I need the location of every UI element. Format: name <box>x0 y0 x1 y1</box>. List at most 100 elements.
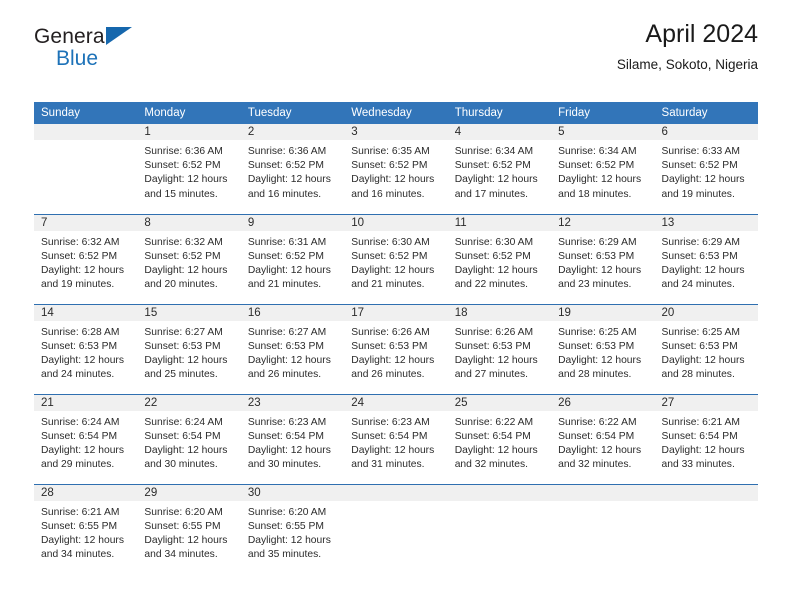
calendar-day-cell[interactable]: 3 Sunrise: 6:35 AM Sunset: 6:52 PM Daylight… <box>344 124 448 214</box>
calendar-day-cell[interactable]: 9 Sunrise: 6:31 AM Sunset: 6:52 PM Daylight… <box>240 213 345 304</box>
weekday-header-thursday: Thursday <box>447 102 552 124</box>
calendar-day-cell[interactable]: 15 Sunrise: 6:27 AM Sunset: 6:53 PM Dayligh… <box>137 303 241 394</box>
day-detail-line: Sunset: 6:55 PM <box>41 520 118 532</box>
weekday-headers: Sunday Monday Tuesday Wednesday Thursday Frid… <box>34 102 758 124</box>
day-number <box>551 484 655 501</box>
calendar-day-cell[interactable]: 13 Sunrise: 6:29 AM Sunset: 6:53 PM Dayligh… <box>654 213 758 304</box>
day-detail-line: Daylight: 12 hours <box>558 264 642 276</box>
day-number: 29 <box>137 484 241 501</box>
day-detail-line: and 34 minutes. <box>41 549 115 561</box>
calendar-day-cell[interactable]: 11 Sunrise: 6:30 AM Sunset: 6:52 PM Dayligh… <box>447 213 552 304</box>
day-number: 19 <box>551 304 655 321</box>
day-detail-line: Sunset: 6:52 PM <box>144 250 221 262</box>
calendar-day-cell[interactable]: 7 Sunrise: 6:32 AM Sunset: 6:52 PM Daylight… <box>34 213 138 304</box>
calendar-day-cell[interactable]: 5 Sunrise: 6:34 AM Sunset: 6:52 PM Daylight… <box>551 124 655 214</box>
day-details: Sunrise: 6:25 AM Sunset: 6:53 PM Daylight:… <box>655 321 758 383</box>
calendar-day-cell[interactable]: 4 Sunrise: 6:34 AM Sunset: 6:52 PM Daylight… <box>447 124 552 214</box>
calendar-day-cell[interactable]: 23 Sunrise: 6:23 AM Sunset: 6:54 PM Dayligh… <box>240 393 345 484</box>
day-detail-line: Sunset: 6:53 PM <box>661 250 738 262</box>
day-detail-line: Sunrise: 6:22 AM <box>558 416 637 428</box>
day-detail-line: Sunrise: 6:26 AM <box>454 326 534 338</box>
day-detail-line: Sunset: 6:52 PM <box>454 160 531 172</box>
day-details: Sunrise: 6:28 AM Sunset: 6:53 PM Daylight:… <box>34 321 137 383</box>
calendar-day-cell[interactable]: 22 Sunrise: 6:24 AM Sunset: 6:54 PM Dayligh… <box>137 393 241 484</box>
calendar-day-cell[interactable]: 24 Sunrise: 6:23 AM Sunset: 6:54 PM Dayligh… <box>344 393 448 484</box>
day-number: 4 <box>447 124 552 140</box>
day-detail-line: Sunset: 6:52 PM <box>558 160 635 172</box>
calendar-week-row: 7 Sunrise: 6:32 AM Sunset: 6:52 PM Daylight… <box>34 213 758 304</box>
day-detail-line: Sunset: 6:52 PM <box>144 160 221 172</box>
day-details: Sunrise: 6:27 AM Sunset: 6:53 PM Daylight:… <box>137 321 240 383</box>
calendar-day-cell[interactable]: 2 Sunrise: 6:36 AM Sunset: 6:52 PM Daylight… <box>240 124 345 214</box>
day-detail-line: Daylight: 12 hours <box>144 174 228 186</box>
general-blue-logo: General Blue <box>34 26 154 72</box>
day-details: Sunrise: 6:26 AM Sunset: 6:53 PM Daylight:… <box>344 321 447 383</box>
day-number: 5 <box>551 124 655 140</box>
day-details: Sunrise: 6:26 AM Sunset: 6:53 PM Daylight:… <box>448 321 551 383</box>
calendar-day-cell[interactable]: 27 Sunrise: 6:21 AM Sunset: 6:54 PM Dayligh… <box>654 393 758 484</box>
day-detail-line: and 34 minutes. <box>144 549 218 561</box>
day-detail-line: Sunrise: 6:31 AM <box>247 236 327 248</box>
day-number: 10 <box>344 214 448 231</box>
day-detail-line: Daylight: 12 hours <box>351 264 435 276</box>
day-detail-line: Sunset: 6:52 PM <box>351 160 428 172</box>
calendar-day-cell[interactable]: 10 Sunrise: 6:30 AM Sunset: 6:52 PM Dayligh… <box>344 213 448 304</box>
day-detail-line: Daylight: 12 hours <box>41 534 124 546</box>
calendar-day-cell[interactable]: 12 Sunrise: 6:29 AM Sunset: 6:53 PM Dayligh… <box>551 213 655 304</box>
day-detail-line: and 31 minutes. <box>351 459 425 471</box>
calendar-day-cell[interactable]: 20 Sunrise: 6:25 AM Sunset: 6:53 PM Dayligh… <box>654 303 758 394</box>
day-detail-line: and 28 minutes. <box>558 369 632 381</box>
day-detail-line: Daylight: 12 hours <box>247 264 331 276</box>
day-detail-line: and 24 minutes. <box>41 369 115 381</box>
calendar-day-cell[interactable]: 16 Sunrise: 6:27 AM Sunset: 6:53 PM Dayligh… <box>240 303 345 394</box>
day-detail-line: Daylight: 12 hours <box>351 444 435 456</box>
day-detail-line: Sunrise: 6:25 AM <box>661 326 740 338</box>
day-detail-line: Daylight: 12 hours <box>144 354 228 366</box>
day-detail-line: and 21 minutes. <box>351 279 425 291</box>
day-number: 2 <box>240 124 345 140</box>
day-number: 27 <box>654 394 758 411</box>
day-detail-line: Sunset: 6:54 PM <box>661 430 738 442</box>
calendar-day-cell[interactable]: 29 Sunrise: 6:20 AM Sunset: 6:55 PM Dayligh… <box>137 483 241 574</box>
calendar-day-cell[interactable]: 28 Sunrise: 6:21 AM Sunset: 6:55 PM Dayligh… <box>34 483 138 574</box>
day-number <box>34 124 138 140</box>
day-detail-line: Daylight: 12 hours <box>144 534 228 546</box>
day-detail-line: Sunrise: 6:21 AM <box>41 506 120 518</box>
day-detail-line: Sunrise: 6:29 AM <box>661 236 740 248</box>
calendar-day-cell[interactable]: 25 Sunrise: 6:22 AM Sunset: 6:54 PM Dayligh… <box>447 393 552 484</box>
day-detail-line: and 29 minutes. <box>41 459 115 471</box>
day-details: Sunrise: 6:36 AM Sunset: 6:52 PM Daylight:… <box>241 140 344 202</box>
calendar-day-cell[interactable]: 14 Sunrise: 6:28 AM Sunset: 6:53 PM Dayligh… <box>34 303 138 394</box>
calendar-empty-cell <box>344 483 448 574</box>
calendar-day-cell[interactable]: 17 Sunrise: 6:26 AM Sunset: 6:53 PM Dayligh… <box>344 303 448 394</box>
day-detail-line: Sunset: 6:54 PM <box>41 430 118 442</box>
calendar-week-row: 1 Sunrise: 6:36 AM Sunset: 6:52 PM Daylight… <box>34 124 758 214</box>
day-detail-line: Sunrise: 6:23 AM <box>247 416 327 428</box>
day-detail-line: Daylight: 12 hours <box>41 354 124 366</box>
calendar-day-cell[interactable]: 8 Sunrise: 6:32 AM Sunset: 6:52 PM Daylight… <box>137 213 241 304</box>
day-detail-line: and 30 minutes. <box>144 459 218 471</box>
day-detail-line: Sunrise: 6:27 AM <box>144 326 223 338</box>
day-detail-line: Sunset: 6:53 PM <box>41 340 118 352</box>
calendar-empty-cell <box>551 483 655 574</box>
logo-text-general: General <box>34 25 110 48</box>
calendar-day-cell[interactable]: 19 Sunrise: 6:25 AM Sunset: 6:53 PM Dayligh… <box>551 303 655 394</box>
calendar-day-cell[interactable]: 30 Sunrise: 6:20 AM Sunset: 6:55 PM Dayligh… <box>240 483 345 574</box>
day-number: 8 <box>137 214 241 231</box>
calendar-day-cell[interactable]: 18 Sunrise: 6:26 AM Sunset: 6:53 PM Dayligh… <box>447 303 552 394</box>
day-detail-line: Sunrise: 6:24 AM <box>41 416 120 428</box>
calendar-empty-cell <box>447 483 552 574</box>
day-details: Sunrise: 6:21 AM Sunset: 6:55 PM Daylight:… <box>34 501 137 563</box>
day-detail-line: Daylight: 12 hours <box>558 444 642 456</box>
calendar-day-cell[interactable]: 1 Sunrise: 6:36 AM Sunset: 6:52 PM Daylight… <box>137 124 241 214</box>
day-number <box>447 484 552 501</box>
calendar-day-cell[interactable]: 6 Sunrise: 6:33 AM Sunset: 6:52 PM Daylight… <box>654 124 758 214</box>
calendar-day-cell[interactable]: 21 Sunrise: 6:24 AM Sunset: 6:54 PM Dayligh… <box>34 393 138 484</box>
day-detail-line: Sunrise: 6:28 AM <box>41 326 120 338</box>
day-detail-line: Sunset: 6:53 PM <box>144 340 221 352</box>
day-detail-line: Sunrise: 6:24 AM <box>144 416 223 428</box>
day-detail-line: Daylight: 12 hours <box>661 174 745 186</box>
day-detail-line: Daylight: 12 hours <box>247 354 331 366</box>
day-detail-line: Sunset: 6:53 PM <box>558 250 635 262</box>
calendar-day-cell[interactable]: 26 Sunrise: 6:22 AM Sunset: 6:54 PM Dayligh… <box>551 393 655 484</box>
